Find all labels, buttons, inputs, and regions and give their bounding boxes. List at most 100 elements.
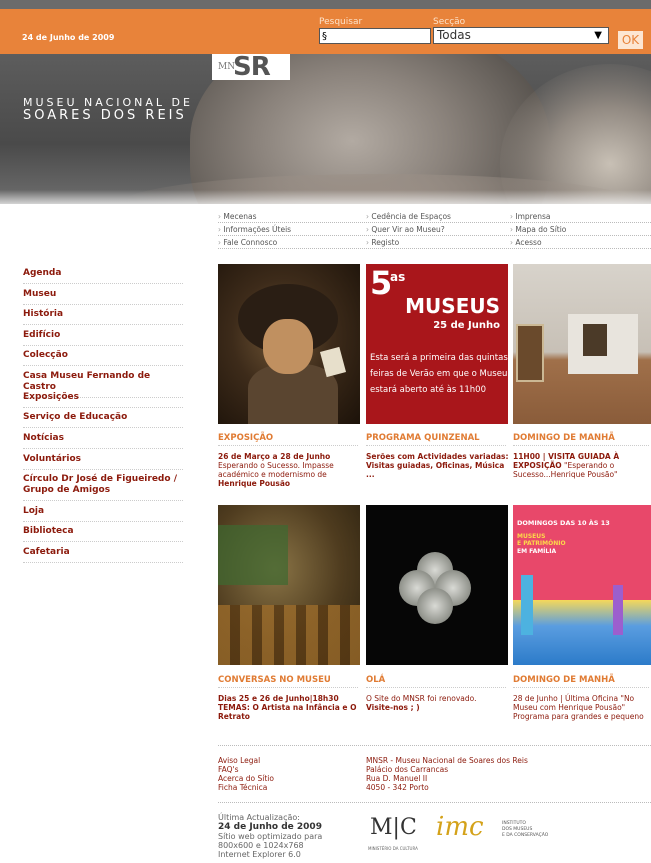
footer-address: MNSR - Museu Nacional de Soares dos Reis… [366, 756, 528, 792]
footer-links: Aviso Legal FAQ's Acerca do Sítio Ficha … [218, 756, 274, 792]
sidebar-item-museu[interactable]: Museu [23, 289, 183, 305]
photo-stage [218, 525, 288, 585]
exhibition-painting-image[interactable] [218, 264, 360, 424]
footer-link-ficha[interactable]: Ficha Técnica [218, 783, 267, 792]
imc-caption-line: INSTITUTO [502, 821, 526, 826]
link-imprensa[interactable]: Imprensa [510, 212, 550, 221]
section-select[interactable]: Todas ▼ [433, 27, 609, 44]
card-text[interactable]: Esperando o Sucesso. Impasse académico e… [218, 461, 334, 479]
gallery-painting [516, 324, 544, 382]
sidebar-item-exposicoes[interactable]: Exposições [23, 392, 183, 408]
promo-banner[interactable]: 5 as MUSEUS 25 de Junho Esta será a prim… [366, 264, 508, 424]
card-date: 26 de Março a 28 de Junho [218, 452, 331, 461]
optimized-browser: Internet Explorer 6.0 [218, 850, 301, 859]
sidebar-item-noticias[interactable]: Notícias [23, 433, 183, 449]
quatrefoil-window-image[interactable] [366, 505, 508, 665]
banner-fade [0, 190, 651, 210]
sidebar-item-cafetaria[interactable]: Cafetaria [23, 547, 183, 563]
promo-number: 5 [370, 264, 393, 302]
sidebar-item-circulo[interactable]: Círculo Dr José de Figueiredo / Grupo de… [23, 474, 183, 501]
card-title[interactable]: DOMINGO DE MANHÃ [513, 675, 649, 688]
sidebar-item-agenda[interactable]: Agenda [23, 268, 183, 284]
card-text[interactable]: 28 de Junho | Última Oficina "No Museu c… [513, 694, 644, 721]
link-fale-connosco[interactable]: Fale Connosco [218, 238, 277, 247]
address-line: MNSR - Museu Nacional de Soares dos Reis [366, 756, 528, 765]
search-input[interactable] [319, 28, 431, 44]
link-cedencia[interactable]: Cedência de Espaços [366, 212, 451, 221]
card-title[interactable]: PROGRAMA QUINZENAL [366, 433, 506, 446]
imc-caption-line: E DA CONSERVAÇÃO [502, 833, 549, 838]
sidebar-item-edificio[interactable]: Edifício [23, 330, 183, 346]
address-line: 4050 - 342 Porto [366, 783, 429, 792]
top-links-row: Mecenas Cedência de Espaços Imprensa [218, 211, 651, 223]
poster-city-illustration [513, 600, 651, 665]
card-title[interactable]: OLÁ [366, 675, 506, 688]
painting-face [263, 319, 313, 374]
section-select-value: Todas [437, 28, 471, 42]
ok-button[interactable]: OK [618, 31, 643, 49]
ministerio-cultura-caption: MINISTÉRIO DA CULTURA [368, 846, 418, 851]
address-line: Rua D. Manuel II [366, 774, 428, 783]
update-label: Última Actualização: [218, 813, 300, 822]
promo-text: Esta será a primeira das quintas feiras … [370, 353, 508, 395]
card-title[interactable]: CONVERSAS NO MUSEU [218, 675, 358, 688]
link-acesso[interactable]: Acesso [510, 238, 541, 247]
card-body: 11H00 | VISITA GUIADA À EXPOSIÇÃO "Esper… [513, 452, 649, 479]
link-registo[interactable]: Registo [366, 238, 399, 247]
card-text-bold[interactable]: Serões com Actividades variadas: Visitas… [366, 452, 509, 479]
imc-caption: INSTITUTO DOS MUSEUS E DA CONSERVAÇÃO [502, 821, 548, 839]
top-links-row: Fale Connosco Registo Acesso [218, 237, 651, 249]
card-text-bold[interactable]: Henrique Pousão [218, 479, 290, 488]
promo-ordinal: as [390, 270, 406, 284]
gallery-room-image[interactable] [513, 264, 651, 424]
current-date: 24 de Junho de 2009 [22, 33, 115, 42]
poster-family: EM FAMÍLIA [517, 548, 557, 555]
gallery-painting [583, 324, 607, 356]
footer-link-acerca[interactable]: Acerca do Sítio [218, 774, 274, 783]
card-body: Serões com Actividades variadas: Visitas… [366, 452, 511, 479]
poster-subtitle: MUSEUS E PATRIMÓNIO [517, 533, 566, 547]
link-mecenas[interactable]: Mecenas [218, 212, 256, 221]
sidebar-item-historia[interactable]: História [23, 309, 183, 325]
search-label: Pesquisar [319, 17, 363, 27]
sidebar-item-voluntarios[interactable]: Voluntários [23, 454, 183, 470]
poster-tower [613, 585, 623, 635]
card-title[interactable]: DOMINGO DE MANHÃ [513, 433, 649, 446]
update-info: Última Actualização: 24 de Junho de 2009… [218, 813, 322, 859]
card-text-bold[interactable]: Visite-nos ; ) [366, 703, 420, 712]
card-body: Dias 25 e 26 de Junho|18h30 TEMAS: O Art… [218, 694, 363, 721]
sidebar-item-loja[interactable]: Loja [23, 506, 183, 522]
conversation-audience-image[interactable] [218, 505, 360, 665]
sidebar-item-servico-educacao[interactable]: Serviço de Educação [23, 412, 183, 428]
poster-subtitle-line: MUSEUS [517, 533, 546, 540]
address-line: Palácio dos Carrancas [366, 765, 449, 774]
photo-chairs [218, 605, 360, 665]
hero-banner [0, 54, 651, 204]
card-title[interactable]: EXPOSIÇÃO [218, 433, 358, 446]
logo-sr-text: SR [233, 52, 271, 82]
card-body: 28 de Junho | Última Oficina "No Museu c… [513, 694, 651, 721]
card-text[interactable]: O Site do MNSR foi renovado. [366, 694, 476, 703]
sidebar-item-biblioteca[interactable]: Biblioteca [23, 526, 183, 542]
footer-link-faq[interactable]: FAQ's [218, 765, 239, 774]
optimized-resolutions: 800x600 e 1024x768 [218, 841, 304, 850]
ministerio-cultura-logo[interactable]: M|C [370, 815, 417, 840]
top-links-row: Informações Úteis Quer Vir ao Museu? Map… [218, 224, 651, 236]
footer-divider [218, 745, 651, 746]
link-informacoes[interactable]: Informações Úteis [218, 225, 291, 234]
sidebar-item-coleccao[interactable]: Colecção [23, 350, 183, 366]
chevron-down-icon: ▼ [594, 30, 602, 41]
top-strip [0, 0, 651, 9]
link-quer-vir[interactable]: Quer Vir ao Museu? [366, 225, 444, 234]
family-program-poster[interactable]: DOMINGOS DAS 10 ÀS 13 MUSEUS E PATRIMÓNI… [513, 505, 651, 665]
window-shape [399, 552, 471, 624]
promo-date: 25 de Junho [433, 320, 500, 331]
card-text-bold[interactable]: Dias 25 e 26 de Junho|18h30 TEMAS: O Art… [218, 694, 356, 721]
promo-title: MUSEUS [405, 294, 500, 318]
imc-logo[interactable]: imc [436, 812, 484, 842]
poster-heading: DOMINGOS DAS 10 ÀS 13 [517, 519, 610, 527]
footer-link-aviso[interactable]: Aviso Legal [218, 756, 260, 765]
window-petal [417, 588, 453, 624]
card-body: O Site do MNSR foi renovado. Visite-nos … [366, 694, 511, 712]
link-mapa[interactable]: Mapa do Sítio [510, 225, 566, 234]
